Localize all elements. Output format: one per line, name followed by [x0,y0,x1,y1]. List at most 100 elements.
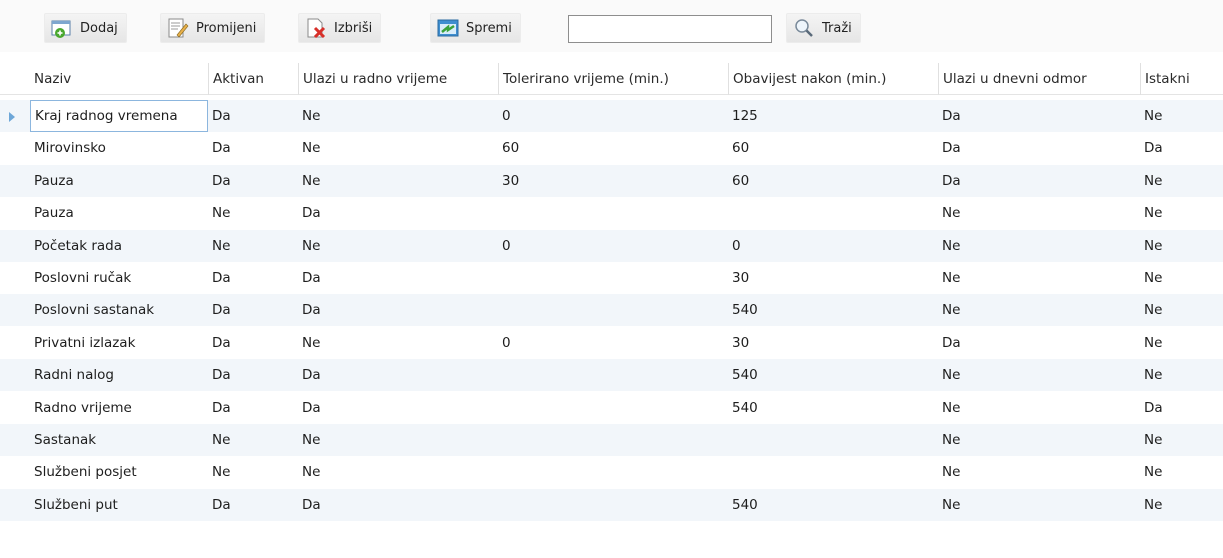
cell-aktivan[interactable]: Da [208,359,298,391]
cell-naziv[interactable]: Službeni posjet [30,456,208,488]
column-header-ulazi-u-dnevni-odmor[interactable]: Ulazi u dnevni odmor [938,63,1140,95]
delete-button[interactable]: Izbriši [298,13,382,43]
table-row[interactable]: Radno vrijeme Da Da 540 Ne Da [0,392,1223,424]
cell-ulazi-u-radno-vrijeme[interactable]: Ne [298,327,498,359]
table-row[interactable]: Kraj radnog vremena Da Ne 0 125 Da Ne [0,100,1223,132]
edit-button[interactable]: Promijeni [160,13,266,43]
cell-ulazi-u-radno-vrijeme[interactable]: Da [298,262,498,294]
cell-naziv[interactable]: Radno vrijeme [30,392,208,424]
cell-aktivan[interactable]: Ne [208,230,298,262]
cell-obavijest-nakon[interactable]: 60 [728,132,938,164]
cell-aktivan[interactable]: Da [208,100,298,132]
table-row[interactable]: Poslovni ručak Da Da 30 Ne Ne [0,262,1223,294]
cell-naziv[interactable]: Radni nalog [30,359,208,391]
cell-ulazi-u-radno-vrijeme[interactable]: Ne [298,424,498,456]
cell-ulazi-u-radno-vrijeme[interactable]: Ne [298,165,498,197]
cell-istakni[interactable]: Ne [1140,327,1223,359]
cell-aktivan[interactable]: Da [208,327,298,359]
cell-tolerirano-vrijeme[interactable]: 30 [498,165,728,197]
cell-obavijest-nakon[interactable]: 30 [728,327,938,359]
table-row[interactable]: Službeni posjet Ne Ne Ne Ne [0,456,1223,488]
cell-obavijest-nakon[interactable]: 540 [728,294,938,326]
cell-ulazi-u-dnevni-odmor[interactable]: Ne [938,489,1140,521]
cell-istakni[interactable]: Ne [1140,359,1223,391]
cell-ulazi-u-radno-vrijeme[interactable]: Da [298,489,498,521]
table-row[interactable]: Sastanak Ne Ne Ne Ne [0,424,1223,456]
cell-aktivan[interactable]: Da [208,132,298,164]
cell-istakni[interactable]: Ne [1140,294,1223,326]
column-header-ulazi-u-radno-vrijeme[interactable]: Ulazi u radno vrijeme [298,63,498,95]
cell-ulazi-u-radno-vrijeme[interactable]: Ne [298,100,498,132]
cell-obavijest-nakon[interactable] [728,197,938,229]
cell-istakni[interactable]: Ne [1140,424,1223,456]
cell-ulazi-u-dnevni-odmor[interactable]: Ne [938,197,1140,229]
cell-ulazi-u-dnevni-odmor[interactable]: Ne [938,424,1140,456]
cell-ulazi-u-dnevni-odmor[interactable]: Da [938,327,1140,359]
cell-naziv[interactable]: Službeni put [30,489,208,521]
cell-obavijest-nakon[interactable]: 540 [728,489,938,521]
cell-tolerirano-vrijeme[interactable] [498,392,728,424]
cell-aktivan[interactable]: Da [208,262,298,294]
cell-obavijest-nakon[interactable]: 540 [728,392,938,424]
cell-aktivan[interactable]: Ne [208,197,298,229]
cell-naziv[interactable]: Pauza [30,197,208,229]
cell-tolerirano-vrijeme[interactable] [498,262,728,294]
cell-ulazi-u-radno-vrijeme[interactable]: Da [298,197,498,229]
column-header-aktivan[interactable]: Aktivan [208,63,298,95]
column-header-obavijest-nakon[interactable]: Obavijest nakon (min.) [728,63,938,95]
cell-obavijest-nakon[interactable]: 60 [728,165,938,197]
cell-ulazi-u-dnevni-odmor[interactable]: Ne [938,359,1140,391]
table-row[interactable]: Privatni izlazak Da Ne 0 30 Da Ne [0,327,1223,359]
table-row[interactable]: Službeni put Da Da 540 Ne Ne [0,488,1223,521]
cell-ulazi-u-radno-vrijeme[interactable]: Da [298,359,498,391]
cell-ulazi-u-dnevni-odmor[interactable]: Ne [938,230,1140,262]
cell-tolerirano-vrijeme[interactable] [498,456,728,488]
cell-aktivan[interactable]: Da [208,294,298,326]
add-button[interactable]: Dodaj [44,13,127,43]
cell-tolerirano-vrijeme[interactable] [498,489,728,521]
cell-istakni[interactable]: Da [1140,132,1223,164]
cell-istakni[interactable]: Da [1140,392,1223,424]
cell-tolerirano-vrijeme[interactable] [498,197,728,229]
cell-tolerirano-vrijeme[interactable]: 0 [498,327,728,359]
cell-istakni[interactable]: Ne [1140,230,1223,262]
cell-ulazi-u-radno-vrijeme[interactable]: Ne [298,456,498,488]
cell-istakni[interactable]: Ne [1140,456,1223,488]
cell-aktivan[interactable]: Da [208,489,298,521]
cell-obavijest-nakon[interactable] [728,424,938,456]
table-row[interactable]: Pauza Ne Da Ne Ne [0,197,1223,229]
column-header-istakni[interactable]: Istakni [1140,63,1223,95]
cell-ulazi-u-dnevni-odmor[interactable]: Ne [938,262,1140,294]
cell-ulazi-u-radno-vrijeme[interactable]: Ne [298,230,498,262]
cell-tolerirano-vrijeme[interactable] [498,424,728,456]
cell-ulazi-u-dnevni-odmor[interactable]: Da [938,165,1140,197]
cell-ulazi-u-dnevni-odmor[interactable]: Da [938,132,1140,164]
table-row[interactable]: Radni nalog Da Da 540 Ne Ne [0,359,1223,392]
search-input[interactable] [568,15,772,43]
cell-naziv[interactable]: Pauza [30,165,208,197]
cell-tolerirano-vrijeme[interactable] [498,359,728,391]
column-header-tolerirano-vrijeme[interactable]: Tolerirano vrijeme (min.) [498,63,728,95]
table-row[interactable]: Poslovni sastanak Da Da 540 Ne Ne [0,294,1223,327]
cell-naziv[interactable]: Poslovni sastanak [30,294,208,326]
cell-naziv[interactable]: Mirovinsko [30,132,208,164]
cell-aktivan[interactable]: Da [208,392,298,424]
cell-naziv[interactable]: Privatni izlazak [30,327,208,359]
save-button[interactable]: Spremi [430,13,521,43]
cell-istakni[interactable]: Ne [1140,197,1223,229]
cell-ulazi-u-radno-vrijeme[interactable]: Da [298,392,498,424]
cell-naziv[interactable]: Sastanak [30,424,208,456]
cell-istakni[interactable]: Ne [1140,100,1223,132]
cell-naziv[interactable]: Kraj radnog vremena [30,100,208,132]
cell-tolerirano-vrijeme[interactable]: 0 [498,230,728,262]
cell-aktivan[interactable]: Da [208,165,298,197]
cell-istakni[interactable]: Ne [1140,262,1223,294]
cell-obavijest-nakon[interactable] [728,456,938,488]
cell-naziv[interactable]: Poslovni ručak [30,262,208,294]
cell-ulazi-u-radno-vrijeme[interactable]: Ne [298,132,498,164]
cell-naziv[interactable]: Početak rada [30,230,208,262]
cell-obavijest-nakon[interactable]: 0 [728,230,938,262]
cell-ulazi-u-dnevni-odmor[interactable]: Da [938,100,1140,132]
cell-istakni[interactable]: Ne [1140,165,1223,197]
cell-aktivan[interactable]: Ne [208,424,298,456]
